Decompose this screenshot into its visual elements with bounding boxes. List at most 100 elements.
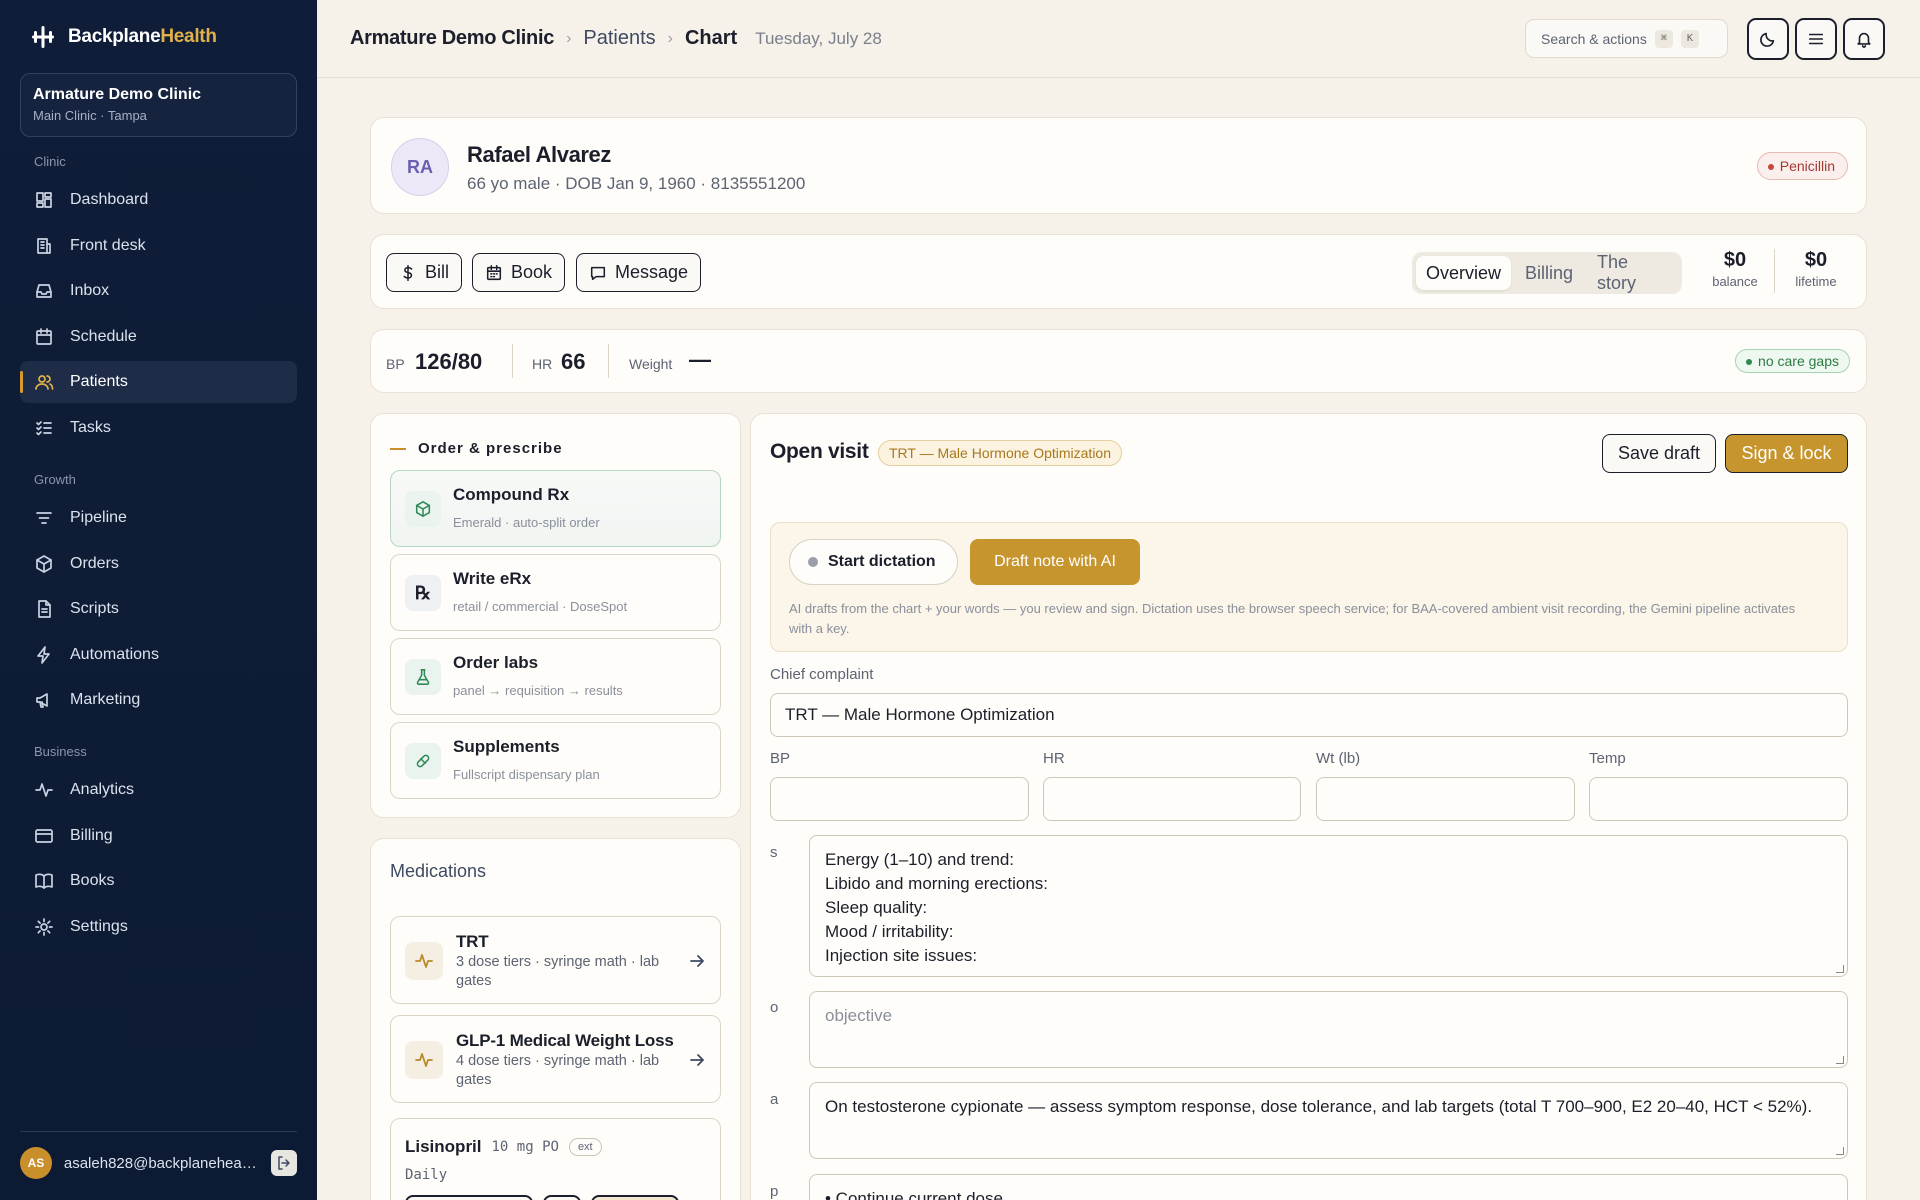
medication-action-button[interactable]: [543, 1195, 581, 1200]
allergy-badge[interactable]: Penicillin: [1756, 152, 1848, 180]
credit-card-icon: [35, 829, 53, 843]
sidebar-item-books[interactable]: Books: [20, 860, 297, 902]
care-gaps-badge[interactable]: no care gaps: [1735, 349, 1850, 373]
pill-icon: [405, 743, 441, 779]
sidebar-item-analytics[interactable]: Analytics: [20, 769, 297, 811]
bill-button[interactable]: Bill: [386, 253, 463, 292]
avatar: AS: [20, 1147, 52, 1179]
breadcrumb-clinic[interactable]: Armature Demo Clinic: [350, 27, 554, 50]
weight-input[interactable]: [1316, 777, 1575, 821]
tab-billing[interactable]: Billing: [1515, 256, 1583, 290]
megaphone-icon: [36, 693, 48, 708]
chief-complaint-label: Chief complaint: [770, 666, 874, 683]
temp-input[interactable]: [1589, 777, 1848, 821]
order-item-subtitle: panel → requisition → results: [453, 683, 623, 698]
sidebar-item-label: Front desk: [70, 237, 146, 254]
sidebar-item-label: Schedule: [70, 328, 137, 345]
draft-note-ai-button[interactable]: Draft note with AI: [970, 539, 1140, 585]
sidebar-item-label: Billing: [70, 827, 113, 844]
medications-title: Medications: [390, 861, 487, 881]
weight-field-label: Wt (lb): [1316, 750, 1361, 767]
sidebar-item-scripts[interactable]: Scripts: [20, 588, 297, 630]
write-erx-button[interactable]: ℞ Write eRx retail / commercial · DoseSp…: [390, 554, 721, 631]
sidebar-item-tasks[interactable]: Tasks: [20, 407, 297, 449]
book-button[interactable]: Book: [472, 253, 566, 292]
order-labs-button[interactable]: Order labs panel → requisition → results: [390, 638, 721, 715]
dollar-icon: [403, 264, 413, 281]
vitals-divider: [608, 344, 609, 378]
resize-handle[interactable]: [1836, 965, 1844, 973]
sidebar-item-label: Orders: [70, 555, 119, 572]
clinic-switcher[interactable]: Armature Demo Clinic Main Clinic · Tampa: [20, 73, 297, 137]
assessment-textarea[interactable]: On testosterone cypionate — assess sympt…: [809, 1082, 1848, 1159]
search-actions-button[interactable]: Search & actions ⌘ K: [1525, 19, 1728, 58]
sidebar-item-front-desk[interactable]: Front desk: [20, 225, 297, 267]
supplements-button[interactable]: Supplements Fullscript dispensary plan: [390, 722, 721, 799]
medication-lisinopril[interactable]: Lisinopril 10 mg PO ext Daily: [390, 1118, 721, 1200]
menu-button[interactable]: [1795, 18, 1837, 60]
chevron-right-icon: ›: [566, 29, 572, 47]
sidebar-item-automations[interactable]: Automations: [20, 634, 297, 676]
external-badge: ext: [568, 1138, 602, 1156]
sidebar-item-patients[interactable]: Patients: [20, 361, 297, 403]
objective-textarea[interactable]: objective: [809, 991, 1848, 1068]
plan-textarea[interactable]: • Continue current dose: [809, 1174, 1848, 1200]
book-label: Book: [511, 262, 553, 282]
nav-section-growth: Growth: [34, 472, 76, 487]
sidebar-item-orders[interactable]: Orders: [20, 543, 297, 585]
message-icon: [590, 266, 606, 280]
medication-name: Lisinopril: [405, 1137, 482, 1156]
program-trt[interactable]: TRT 3 dose tiers · syringe math · lab ga…: [390, 916, 721, 1004]
program-title: GLP-1 Medical Weight Loss: [456, 1031, 674, 1050]
sidebar-item-pipeline[interactable]: Pipeline: [20, 497, 297, 539]
order-item-title: Write eRx: [453, 569, 532, 588]
patient-summary: 66 yo male · DOB Jan 9, 1960 · 813555120…: [467, 174, 806, 193]
message-button[interactable]: Message: [576, 253, 702, 292]
notifications-button[interactable]: [1843, 18, 1885, 60]
hr-label: HR: [532, 356, 553, 372]
medication-action-button[interactable]: [405, 1195, 533, 1200]
patient-header-card: RA Rafael Alvarez 66 yo male · DOB Jan 9…: [370, 117, 1867, 214]
sidebar-item-label: Inbox: [70, 282, 110, 299]
calendar-icon: [486, 264, 502, 280]
chief-complaint-input[interactable]: TRT — Male Hormone Optimization: [770, 693, 1848, 737]
resize-handle[interactable]: [1836, 1056, 1844, 1064]
bolt-icon: [37, 646, 50, 664]
theme-toggle-button[interactable]: [1747, 18, 1789, 60]
program-glp1[interactable]: GLP-1 Medical Weight Loss 4 dose tiers ·…: [390, 1015, 721, 1103]
sidebar-item-billing[interactable]: Billing: [20, 815, 297, 857]
sign-lock-button[interactable]: Sign & lock: [1725, 434, 1848, 473]
sidebar-item-settings[interactable]: Settings: [20, 906, 297, 948]
plan-label: p: [770, 1183, 779, 1200]
save-draft-button[interactable]: Save draft: [1602, 434, 1716, 473]
checklist-icon: [36, 421, 52, 436]
calendar-icon: [36, 328, 52, 345]
user-menu[interactable]: AS asaleh828@backplanehealth.com: [20, 1146, 297, 1180]
tab-the-story[interactable]: The story: [1587, 252, 1678, 293]
hr-input[interactable]: [1043, 777, 1301, 821]
sidebar-item-dashboard[interactable]: Dashboard: [20, 179, 297, 221]
sidebar-item-schedule[interactable]: Schedule: [20, 316, 297, 358]
topbar: Armature Demo Clinic › Patients › Chart …: [317, 0, 1920, 78]
bp-input[interactable]: [770, 777, 1029, 821]
sidebar-item-marketing[interactable]: Marketing: [20, 679, 297, 721]
brand-logo[interactable]: BackplaneHealth: [30, 24, 217, 50]
bell-icon: [1857, 32, 1871, 48]
medication-action-button[interactable]: [591, 1195, 679, 1200]
visit-title: Open visit: [770, 440, 869, 463]
sidebar-item-label: Scripts: [70, 600, 119, 617]
compound-rx-button[interactable]: Compound Rx Emerald · auto-split order: [390, 470, 721, 547]
logout-button[interactable]: [271, 1150, 297, 1176]
lifetime-value: $0: [1804, 249, 1828, 271]
start-dictation-button[interactable]: Start dictation: [789, 539, 958, 585]
sidebar-item-inbox[interactable]: Inbox: [20, 270, 297, 312]
tab-overview[interactable]: Overview: [1416, 256, 1512, 290]
bp-value: 126/80: [415, 349, 483, 374]
breadcrumb-patients[interactable]: Patients: [583, 27, 655, 50]
resize-handle[interactable]: [1836, 1147, 1844, 1155]
subjective-textarea[interactable]: Energy (1–10) and trend: Libido and morn…: [809, 835, 1848, 977]
kbd-command: ⌘: [1654, 29, 1673, 48]
sidebar-item-label: Automations: [70, 646, 159, 663]
clinic-location: Main Clinic · Tampa: [33, 108, 147, 123]
cube-icon: [405, 491, 441, 527]
